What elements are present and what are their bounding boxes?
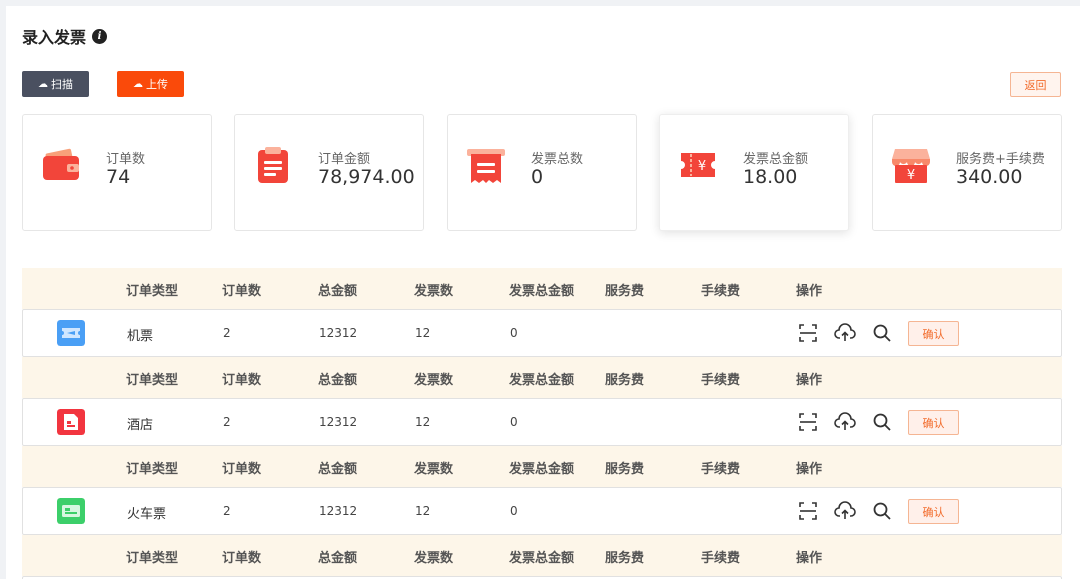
cloud-upload-icon[interactable]	[834, 322, 856, 344]
back-button[interactable]: 返回	[1010, 72, 1061, 97]
scan-button[interactable]: ☁ 扫描	[22, 71, 89, 97]
stat-card-invoice-count[interactable]: 发票总数 0	[447, 114, 637, 231]
invoice-entry-page: 录入发票 i ☁ 扫描 ☁ 上传 返回 订单数 74 订单金额 78,974.0…	[6, 6, 1080, 579]
stat-card-fees[interactable]: ¥ 服务费+手续费 340.00	[872, 114, 1062, 231]
confirm-button[interactable]: 确认	[908, 321, 959, 346]
cloud-upload-icon[interactable]	[834, 500, 856, 522]
confirm-button[interactable]: 确认	[908, 410, 959, 435]
table-row: 火车票 2 12312 12 0 确认	[22, 487, 1062, 535]
svg-text:¥: ¥	[698, 159, 706, 174]
receipt-icon	[467, 149, 505, 183]
upload-button[interactable]: ☁ 上传	[117, 71, 184, 97]
table-header: 订单类型 订单数 总金额 发票数 发票总金额 服务费 手续费 操作	[22, 268, 1062, 309]
scan-icon[interactable]	[797, 411, 819, 433]
scan-icon[interactable]	[797, 500, 819, 522]
train-ticket-icon	[57, 498, 85, 524]
cloud-icon: ☁	[38, 78, 48, 90]
clipboard-icon	[258, 147, 288, 183]
cloud-upload-icon[interactable]	[834, 411, 856, 433]
cloud-upload-icon: ☁	[133, 78, 143, 90]
confirm-button[interactable]: 确认	[908, 499, 959, 524]
table-header: 订单类型 订单数 总金额 发票数 发票总金额 服务费 手续费 操作	[22, 357, 1062, 398]
order-type-table: 订单类型 订单数 总金额 发票数 发票总金额 服务费 手续费 操作 机票 2 1…	[22, 268, 1062, 579]
ticket-yen-icon: ¥	[681, 153, 715, 177]
table-header: 订单类型 订单数 总金额 发票数 发票总金额 服务费 手续费 操作	[22, 446, 1062, 487]
table-row: 酒店 2 12312 12 0 确认	[22, 398, 1062, 446]
flight-ticket-icon	[57, 320, 85, 346]
table-header: 订单类型 订单数 总金额 发票数 发票总金额 服务费 手续费 操作	[22, 535, 1062, 576]
search-icon[interactable]	[871, 500, 893, 522]
stat-card-order-amount[interactable]: 订单金额 78,974.00	[234, 114, 424, 231]
stat-card-invoice-amount[interactable]: ¥ 发票总金额 18.00	[659, 114, 849, 231]
stats-cards: 订单数 74 订单金额 78,974.00 发票总数 0 ¥ 发票总金额 18.…	[22, 114, 1062, 231]
search-icon[interactable]	[871, 322, 893, 344]
table-row: 机票 2 12312 12 0 确认	[22, 309, 1062, 357]
svg-text:¥: ¥	[907, 168, 915, 183]
hotel-icon	[57, 409, 85, 435]
shop-yen-icon: ¥	[892, 149, 930, 183]
search-icon[interactable]	[871, 411, 893, 433]
stat-card-orders[interactable]: 订单数 74	[22, 114, 212, 231]
wallet-icon	[43, 148, 79, 180]
page-title: 录入发票 i	[22, 24, 108, 48]
info-icon[interactable]: i	[92, 28, 108, 44]
scan-icon[interactable]	[797, 322, 819, 344]
